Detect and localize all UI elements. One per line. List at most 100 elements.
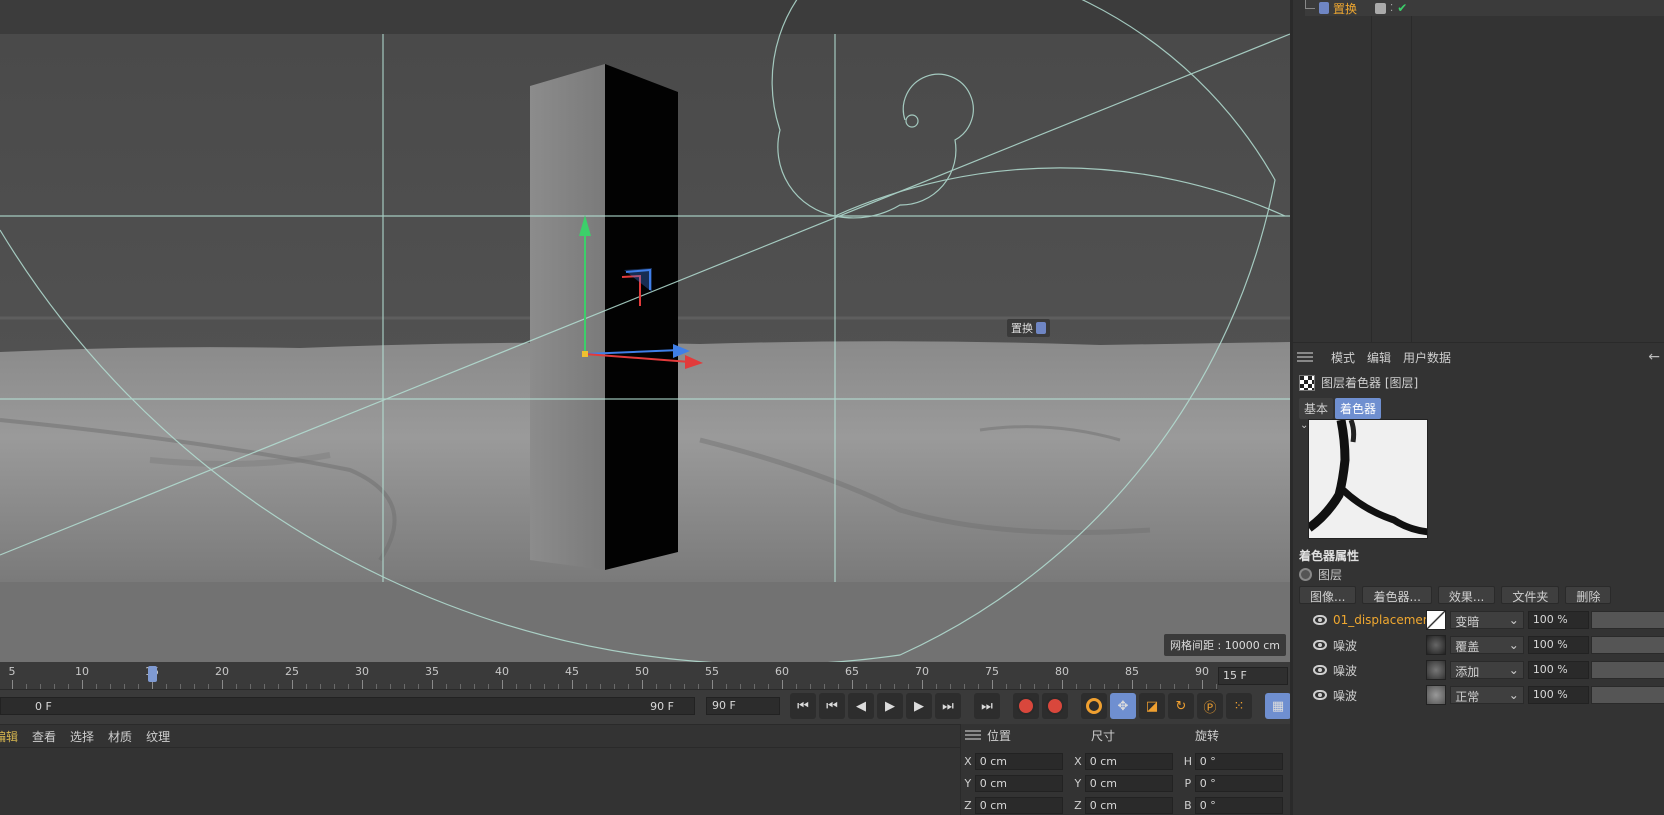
key-position-button[interactable]: ✥ <box>1110 693 1136 719</box>
key-pla-button[interactable]: ⁙ <box>1226 693 1252 719</box>
layer-row[interactable]: 噪波 添加 ⌄ 100 % <box>1313 659 1664 681</box>
timeline-minor-tick <box>1118 684 1119 689</box>
blend-mode-select[interactable]: 正常 ⌄ <box>1450 686 1524 704</box>
layer-name[interactable]: 噪波 <box>1333 662 1426 679</box>
prev-frame-button[interactable]: ◀ <box>848 693 874 719</box>
editor-visibility-icon[interactable] <box>1375 2 1387 14</box>
radio-icon[interactable] <box>1299 568 1312 581</box>
attr-menu-mode[interactable]: 模式 <box>1331 349 1355 366</box>
position-x-field[interactable]: 0 cm <box>974 752 1063 770</box>
tab-basic[interactable]: 基本 <box>1299 398 1334 419</box>
opacity-slider[interactable] <box>1591 661 1664 679</box>
3d-viewport[interactable]: 置换 网格间距 : 10000 cm <box>0 0 1290 662</box>
material-menu-edit[interactable]: 编辑 <box>0 728 18 745</box>
enabled-check-icon[interactable]: ✔ <box>1397 1 1407 15</box>
eye-icon[interactable] <box>1313 665 1327 675</box>
rotation-h-field[interactable]: 0 ° <box>1194 752 1283 770</box>
next-key-button[interactable]: ⏭ <box>935 693 961 719</box>
size-x-field[interactable]: 0 cm <box>1084 752 1173 770</box>
add-image-button[interactable]: 图像... <box>1299 586 1357 604</box>
delete-layer-button[interactable]: 删除 <box>1565 586 1612 604</box>
go-to-end-button[interactable]: ⏭ <box>974 693 1000 719</box>
next-frame-button[interactable]: ▶ <box>906 693 932 719</box>
timeline-window-button[interactable]: ▦ <box>1265 693 1291 719</box>
timeline-minor-tick <box>1146 684 1147 689</box>
layer-radio[interactable]: 图层 <box>1299 566 1342 583</box>
timeline-minor-tick <box>670 684 671 689</box>
key-parameter-button[interactable]: Ⓟ <box>1197 693 1223 719</box>
render-dots-icon[interactable]: ⁚ <box>1390 3 1393 14</box>
add-shader-button[interactable]: 着色器... <box>1362 586 1432 604</box>
timeline-ruler[interactable]: 51015202530354045505560657075808590 <box>0 662 1218 690</box>
timeline-minor-tick <box>586 684 587 689</box>
chevron-down-icon: ⌄ <box>1508 688 1519 702</box>
layer-name[interactable]: 01_displacement <box>1333 613 1426 627</box>
rotation-b-field[interactable]: 0 ° <box>1194 796 1283 814</box>
key-rotation-button[interactable]: ↻ <box>1168 693 1194 719</box>
null-object-label[interactable]: 置换 <box>1007 319 1050 337</box>
opacity-slider[interactable] <box>1591 636 1664 654</box>
layer-name[interactable]: 噪波 <box>1333 637 1426 654</box>
eye-icon[interactable] <box>1313 615 1327 625</box>
auto-key-button[interactable] <box>1042 693 1068 719</box>
scale-icon: ◪ <box>1145 698 1159 714</box>
frame-range-slider[interactable]: 0 F 90 F <box>0 697 695 715</box>
opacity-slider[interactable] <box>1591 611 1664 629</box>
object-name[interactable]: 置换 <box>1333 0 1357 17</box>
axis-label: Z <box>964 798 972 812</box>
layer-row[interactable]: 噪波 覆盖 ⌄ 100 % <box>1313 634 1664 656</box>
panel-grip-icon[interactable] <box>965 730 981 740</box>
object-row-displacer[interactable]: 置换 ⁚ ✔ <box>1305 0 1664 16</box>
playhead[interactable] <box>148 666 157 682</box>
tab-shader[interactable]: 着色器 <box>1335 398 1382 419</box>
pillar-dark-face <box>605 64 678 570</box>
step-back-icon: ◀ <box>856 698 866 714</box>
layer-row[interactable]: 01_displacement 变暗 ⌄ 100 % <box>1313 609 1664 631</box>
key-selection-icon <box>1086 698 1102 714</box>
timeline-minor-tick <box>138 684 139 689</box>
blend-mode-select[interactable]: 添加 ⌄ <box>1450 661 1524 679</box>
back-arrow-icon[interactable]: ← <box>1648 349 1660 365</box>
position-z-field[interactable]: 0 cm <box>974 796 1063 814</box>
rotation-p-field[interactable]: 0 ° <box>1194 774 1283 792</box>
record-keys-button[interactable] <box>1013 693 1039 719</box>
add-folder-button[interactable]: 文件夹 <box>1501 586 1560 604</box>
size-y-field[interactable]: 0 cm <box>1084 774 1173 792</box>
opacity-field[interactable]: 100 % <box>1527 686 1590 704</box>
prev-key-button[interactable]: ⏮ <box>819 693 845 719</box>
material-menu-view[interactable]: 查看 <box>32 728 56 745</box>
opacity-slider[interactable] <box>1591 686 1664 704</box>
timeline-minor-tick <box>278 684 279 689</box>
timeline-tick-label: 30 <box>355 665 369 678</box>
layer-name[interactable]: 噪波 <box>1333 687 1426 704</box>
play-button[interactable]: ▶ <box>877 693 903 719</box>
timeline-minor-tick <box>838 684 839 689</box>
opacity-field[interactable]: 100 % <box>1527 611 1590 629</box>
key-scale-button[interactable]: ◪ <box>1139 693 1165 719</box>
rotate-icon: ↻ <box>1175 698 1187 714</box>
layer-row[interactable]: 噪波 正常 ⌄ 100 % <box>1313 684 1664 706</box>
size-z-field[interactable]: 0 cm <box>1084 796 1173 814</box>
key-selection-button[interactable] <box>1081 693 1107 719</box>
timeline-minor-tick <box>698 684 699 689</box>
layer-thumbnail <box>1426 660 1447 680</box>
material-menu-select[interactable]: 选择 <box>70 728 94 745</box>
panel-grip-icon[interactable] <box>1297 352 1313 362</box>
current-frame-field[interactable]: 15 F <box>1218 667 1288 685</box>
opacity-field[interactable]: 100 % <box>1527 636 1590 654</box>
attr-menu-edit[interactable]: 编辑 <box>1367 349 1391 366</box>
opacity-field[interactable]: 100 % <box>1527 661 1590 679</box>
max-frame-field[interactable]: 90 F <box>706 697 780 715</box>
material-menu-texture[interactable]: 纹理 <box>146 728 170 745</box>
timeline-minor-tick <box>936 684 937 689</box>
timeline-minor-tick <box>1104 684 1105 689</box>
eye-icon[interactable] <box>1313 690 1327 700</box>
eye-icon[interactable] <box>1313 640 1327 650</box>
blend-mode-select[interactable]: 覆盖 ⌄ <box>1450 636 1524 654</box>
go-to-start-button[interactable]: ⏮ <box>790 693 816 719</box>
material-menu-material[interactable]: 材质 <box>108 728 132 745</box>
add-effect-button[interactable]: 效果... <box>1437 586 1496 604</box>
blend-mode-select[interactable]: 变暗 ⌄ <box>1450 611 1524 629</box>
attr-menu-userdata[interactable]: 用户数据 <box>1403 349 1451 366</box>
position-y-field[interactable]: 0 cm <box>974 774 1063 792</box>
